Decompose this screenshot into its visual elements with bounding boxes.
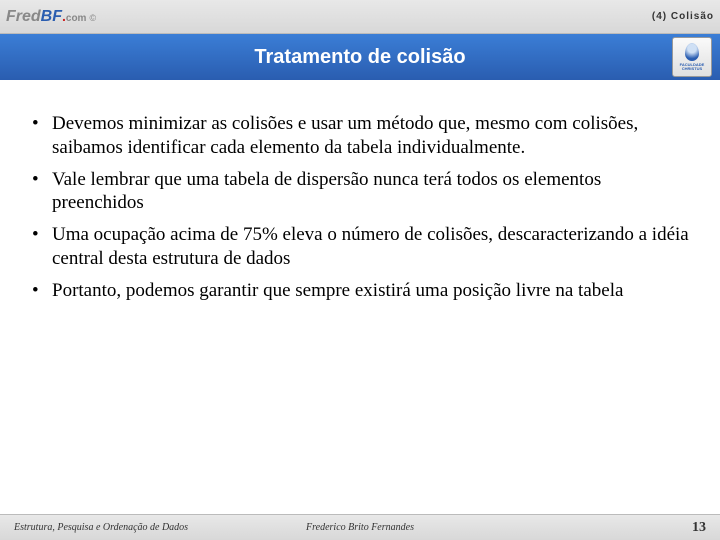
bullet-item: Portanto, podemos garantir que sempre ex…	[28, 279, 692, 303]
site-logo: FredBF.com©	[6, 8, 96, 26]
badge-icon	[685, 43, 699, 61]
footer: Estrutura, Pesquisa e Ordenação de Dados…	[0, 514, 720, 540]
logo-bf: BF	[41, 8, 62, 26]
bullet-item: Uma ocupação acima de 75% eleva o número…	[28, 223, 692, 271]
title-bar: Tratamento de colisão FACULDADE CHRISTUS	[0, 34, 720, 80]
logo-copyright: ©	[89, 13, 96, 23]
bullet-item: Vale lembrar que uma tabela de dispersão…	[28, 168, 692, 216]
section-label: (4) Colisão	[652, 11, 714, 22]
slide-title: Tratamento de colisão	[254, 46, 465, 69]
badge-line2: CHRISTUS	[682, 67, 702, 71]
institution-badge: FACULDADE CHRISTUS	[672, 37, 712, 77]
logo-fred: Fred	[6, 8, 41, 26]
top-strip: FredBF.com© (4) Colisão	[0, 0, 720, 34]
bullet-list: Devemos minimizar as colisões e usar um …	[28, 112, 692, 302]
bullet-item: Devemos minimizar as colisões e usar um …	[28, 112, 692, 160]
page-number: 13	[692, 520, 706, 536]
content-area: Devemos minimizar as colisões e usar um …	[0, 80, 720, 302]
logo-com: com	[66, 13, 87, 24]
footer-course: Estrutura, Pesquisa e Ordenação de Dados	[14, 522, 188, 533]
footer-author: Frederico Brito Fernandes	[306, 522, 414, 533]
